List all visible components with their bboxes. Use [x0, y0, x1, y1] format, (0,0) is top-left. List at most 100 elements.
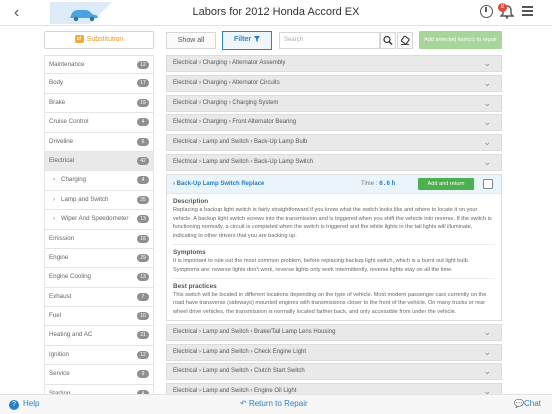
sidebar-item-cruise-control[interactable]: Cruise Control 4 [44, 113, 154, 133]
bottom-bar: ? Help ↶ Return to Repair 💬Chat [0, 394, 552, 414]
filter-label: Filter [233, 36, 252, 43]
chevron-down-icon: ⌄ [483, 137, 491, 148]
help-button[interactable]: ? Help [9, 399, 39, 410]
sidebar-item-label: Wiper And Speedometer [61, 215, 129, 223]
notification-badge: 8 [498, 3, 507, 12]
labor-row[interactable]: Electrical › Charging › Front Alternator… [166, 114, 502, 132]
filter-button[interactable]: Filter [222, 31, 272, 50]
best-practices-heading: Best practices [173, 282, 217, 290]
hamburger-menu-icon[interactable] [522, 6, 533, 18]
sidebar-item-label: Fuel [49, 312, 62, 320]
sidebar-item-label: Body [49, 79, 64, 87]
substitution-icon: ⇄ [74, 35, 84, 44]
show-all-button[interactable]: Show all [166, 32, 216, 49]
symptoms-text: It is important to rule out the most com… [173, 257, 470, 273]
time-unit: h [391, 179, 396, 187]
sidebar-item-label: Electrical [49, 156, 75, 164]
count-badge: 9 [137, 370, 149, 379]
sidebar-item-label: Exhaust [49, 292, 72, 300]
labor-path: Electrical › Lamp and Switch › Clutch St… [173, 368, 305, 375]
count-badge: 13 [137, 215, 149, 224]
count-badge: 21 [137, 331, 149, 340]
chevron-down-icon: ⌄ [483, 97, 491, 108]
description-heading: Description [173, 197, 209, 205]
sidebar-item-label: Brake [49, 98, 66, 106]
time-value: 0.6 [379, 179, 390, 187]
chevron-down-icon: ⌄ [483, 117, 491, 128]
return-to-repair-button[interactable]: ↶ Return to Repair [240, 399, 308, 408]
sidebar-item-brake[interactable]: Brake 19 [44, 93, 154, 114]
search-icon [383, 35, 393, 45]
count-badge: 12 [137, 61, 149, 69]
count-badge: 25 [137, 195, 149, 204]
count-badge: 10 [137, 312, 149, 321]
labor-detail-panel: › Back-Up Lamp Switch Replace Time : 0.6… [166, 173, 502, 321]
add-selected-button[interactable]: Add selected item(s) to repair [419, 31, 502, 49]
sidebar-item-ignition[interactable]: Ignition 12 [44, 345, 154, 366]
count-badge: 4 [137, 118, 149, 127]
count-badge: 42 [137, 156, 149, 165]
sidebar-item-service[interactable]: Service 9 [44, 365, 154, 385]
sidebar-item-label: Engine [49, 253, 69, 261]
count-badge: 29 [137, 253, 149, 262]
sidebar-item-label: Maintenance [49, 61, 85, 68]
labor-row[interactable]: Electrical › Charging › Alternator Circu… [166, 74, 502, 92]
sidebar-item-maintenance[interactable]: Maintenance 12 [44, 55, 154, 75]
sidebar-subitem-lamp-and-switch[interactable]: › Lamp and Switch 25 [44, 190, 154, 211]
chevron-down-icon: ⌄ [483, 156, 491, 167]
labor-row[interactable]: Electrical › Lamp and Switch › Back-Up L… [166, 134, 502, 152]
sidebar-item-fuel[interactable]: Fuel 10 [44, 307, 154, 327]
count-badge: 6 [137, 137, 149, 146]
chevron-right-icon: › [53, 195, 56, 203]
labor-path: Electrical › Charging › Alternator Assem… [173, 60, 286, 66]
page-title: Labors for 2012 Honda Accord EX [192, 6, 360, 18]
substitution-button[interactable]: ⇄ Substitution [44, 31, 154, 49]
sidebar-subitem-charging[interactable]: › Charging 4 [44, 171, 154, 191]
sidebar-item-exhaust[interactable]: Exhaust 7 [44, 287, 154, 308]
count-badge: 17 [137, 79, 149, 88]
sidebar-item-driveline[interactable]: Driveline 6 [44, 132, 154, 152]
clock-icon[interactable] [480, 5, 493, 18]
count-badge: 7 [137, 292, 149, 301]
labor-path: Electrical › Charging › Charging System [173, 99, 279, 106]
job-time: Time : 0.6 h [361, 175, 395, 193]
labor-path: Electrical › Lamp and Switch › Check Eng… [173, 348, 307, 355]
labor-path: Electrical › Lamp and Switch › Back-Up L… [173, 139, 308, 146]
time-label: Time : [361, 180, 378, 187]
sidebar-item-body[interactable]: Body 17 [44, 74, 154, 94]
count-badge: 4 [137, 176, 149, 185]
sidebar-item-engine-cooling[interactable]: Engine Cooling 13 [44, 268, 154, 288]
clear-search-button[interactable] [397, 32, 413, 49]
labor-row[interactable]: Electrical › Lamp and Switch › Brake/Tai… [166, 323, 502, 341]
sidebar-item-label: Lamp and Switch [61, 195, 109, 203]
chat-button[interactable]: 💬Chat [514, 399, 541, 408]
sidebar-item-engine[interactable]: Engine 29 [44, 248, 154, 269]
labor-path: Electrical › Charging › Front Alternator… [173, 119, 297, 126]
labor-row[interactable]: Electrical › Lamp and Switch › Clutch St… [166, 363, 502, 381]
select-checkbox[interactable] [483, 178, 493, 189]
chevron-down-icon: ⌄ [483, 346, 491, 357]
add-and-return-button[interactable]: Add and return [418, 177, 474, 190]
labor-row[interactable]: Electrical › Charging › Alternator Assem… [166, 55, 502, 72]
count-badge: 12 [137, 350, 149, 359]
eraser-icon [400, 35, 410, 45]
count-badge: 16 [137, 234, 149, 243]
sidebar-item-heating-and-ac[interactable]: Heating and AC 21 [44, 326, 154, 346]
labor-list: Electrical › Charging › Alternator Assem… [166, 55, 502, 403]
labor-row-expanded-header[interactable]: Electrical › Lamp and Switch › Back-Up L… [166, 153, 502, 171]
labor-row[interactable]: Electrical › Lamp and Switch › Check Eng… [166, 343, 502, 361]
job-row[interactable]: › Back-Up Lamp Switch Replace Time : 0.6… [167, 174, 501, 194]
description-text: Replacing a backup light switch is fairl… [173, 206, 492, 240]
search-button[interactable] [380, 32, 396, 49]
sidebar-item-emission[interactable]: Emission 16 [44, 229, 154, 249]
return-arrow-icon: ↶ [240, 399, 249, 408]
sidebar-subitem-wiper-and-speedometer[interactable]: › Wiper And Speedometer 13 [44, 210, 154, 230]
chevron-down-icon: ⌄ [483, 58, 491, 68]
substitution-label: Substitution [86, 36, 124, 43]
symptoms-heading: Symptoms [173, 248, 206, 256]
search-input[interactable]: Search [279, 32, 380, 49]
sidebar-item-electrical[interactable]: Electrical 42 [44, 151, 154, 172]
sidebar-item-label: Emission [49, 234, 75, 242]
labor-row[interactable]: Electrical › Charging › Charging System ⌄ [166, 94, 502, 112]
chevron-down-icon: ⌄ [483, 77, 491, 88]
